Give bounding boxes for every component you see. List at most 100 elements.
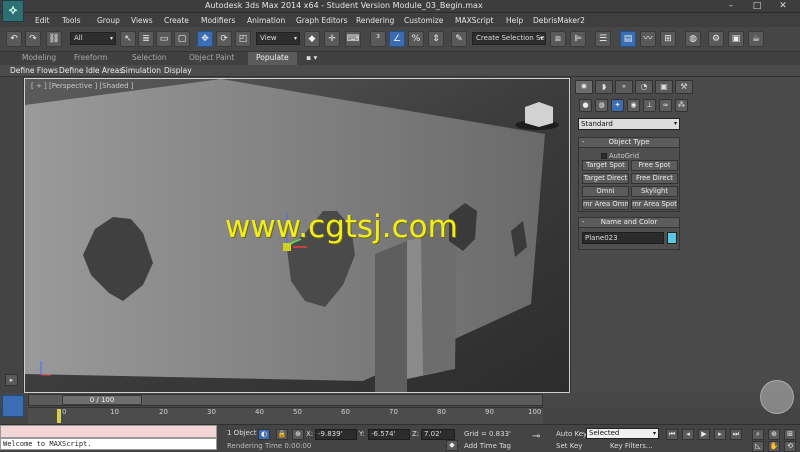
free-spot-button[interactable]: Free Spot bbox=[631, 160, 678, 171]
hierarchy-tab-icon[interactable]: ⚬ bbox=[615, 80, 633, 94]
menu-group[interactable]: Group bbox=[97, 16, 120, 25]
maxscript-output[interactable]: Welcome to MAXScript. bbox=[0, 438, 217, 450]
render-setup-icon[interactable]: ⚙ bbox=[708, 31, 724, 47]
selection-lock-icon[interactable]: ◐ bbox=[258, 429, 270, 440]
viewcube-icon[interactable] bbox=[525, 102, 553, 127]
tab-freeform[interactable]: Freeform bbox=[66, 52, 115, 65]
select-rotate-icon[interactable]: ⟳ bbox=[216, 31, 232, 47]
menu-tools[interactable]: Tools bbox=[62, 16, 80, 25]
display-tab-icon[interactable]: ▣ bbox=[655, 80, 673, 94]
spinner-snap-icon[interactable]: ⇕ bbox=[428, 31, 444, 47]
helpers-icon[interactable]: ⊥ bbox=[643, 99, 656, 112]
key-mode-dropdown[interactable]: Selected ▾ bbox=[586, 428, 659, 439]
close-button[interactable]: ✕ bbox=[772, 0, 794, 12]
category-dropdown[interactable]: Standard ▾ bbox=[578, 118, 680, 130]
rendered-frame-icon[interactable]: ▣ bbox=[728, 31, 744, 47]
z-coordinate-input[interactable]: 7.02' bbox=[421, 429, 455, 440]
time-slider-track[interactable]: 0 / 100 bbox=[28, 394, 543, 406]
menu-create[interactable]: Create bbox=[164, 16, 189, 25]
next-frame-icon[interactable]: ▸ bbox=[714, 429, 726, 440]
render-teapot-icon[interactable]: ☕ bbox=[748, 31, 764, 47]
absolute-mode-icon[interactable]: ⊕ bbox=[292, 429, 304, 440]
menu-customize[interactable]: Customize bbox=[404, 16, 443, 25]
edit-named-selection-icon[interactable]: ✎ bbox=[451, 31, 467, 47]
object-color-swatch[interactable] bbox=[667, 232, 677, 244]
percent-snap-icon[interactable]: % bbox=[408, 31, 424, 47]
selection-filter-dropdown[interactable]: All ▾ bbox=[70, 32, 116, 45]
viewport-label[interactable]: [ + ] [Perspective ] [Shaded ] bbox=[31, 82, 134, 90]
simulation-button[interactable]: Simulation bbox=[121, 66, 161, 75]
create-tab-icon[interactable]: ✹ bbox=[575, 80, 593, 94]
previous-frame-icon[interactable]: ◂ bbox=[682, 429, 694, 440]
select-by-name-icon[interactable]: ≣ bbox=[138, 31, 154, 47]
go-to-start-icon[interactable]: ⏮ bbox=[666, 429, 678, 440]
autogrid-checkbox[interactable]: AutoGrid bbox=[601, 152, 639, 160]
undo-icon[interactable]: ↶ bbox=[6, 31, 22, 47]
ribbon-toggle-button[interactable]: ▪ ▾ bbox=[298, 52, 325, 65]
minimize-button[interactable]: – bbox=[720, 0, 742, 12]
menu-animation[interactable]: Animation bbox=[247, 16, 285, 25]
window-crossing-icon[interactable]: ▢ bbox=[174, 31, 190, 47]
snaps-toggle-icon[interactable]: ³ bbox=[370, 31, 386, 47]
set-key-button[interactable]: Set Key bbox=[556, 442, 582, 450]
y-coordinate-input[interactable]: -6.574' bbox=[368, 429, 410, 440]
auto-key-button[interactable]: Auto Key bbox=[556, 430, 587, 438]
utilities-tab-icon[interactable]: ⚒ bbox=[675, 80, 693, 94]
target-spot-button[interactable]: Target Spot bbox=[582, 160, 629, 171]
select-scale-icon[interactable]: ◰ bbox=[235, 31, 251, 47]
object-name-input[interactable]: Plane023 bbox=[582, 232, 664, 244]
geometry-icon[interactable]: ● bbox=[579, 99, 592, 112]
zoom-icon[interactable]: ⌕ bbox=[752, 429, 764, 440]
menu-edit[interactable]: Edit bbox=[35, 16, 50, 25]
link-icon[interactable]: ⛓ bbox=[46, 31, 62, 47]
app-logo-icon[interactable]: ⟡ bbox=[2, 0, 24, 22]
schematic-view-icon[interactable]: ⊞ bbox=[660, 31, 676, 47]
define-flows-button[interactable]: Define Flows bbox=[10, 66, 58, 75]
name-and-color-rollout-header[interactable]: - Name and Color bbox=[578, 217, 680, 228]
redo-icon[interactable]: ↷ bbox=[25, 31, 41, 47]
play-icon[interactable]: ▶ bbox=[698, 429, 710, 440]
skylight-button[interactable]: Skylight bbox=[631, 186, 678, 197]
manipulate-icon[interactable]: ✛ bbox=[324, 31, 340, 47]
menu-help[interactable]: Help bbox=[506, 16, 523, 25]
maxscript-input[interactable] bbox=[0, 425, 217, 438]
menu-maxscript[interactable]: MAXScript bbox=[455, 16, 494, 25]
named-selection-dropdown[interactable]: Create Selection Se ▾ bbox=[472, 32, 546, 45]
tab-populate[interactable]: Populate bbox=[248, 52, 297, 65]
omni-button[interactable]: Omni bbox=[582, 186, 629, 197]
field-of-view-icon[interactable]: ◺ bbox=[752, 441, 764, 452]
layer-manager-icon[interactable]: ☰ bbox=[595, 31, 611, 47]
tab-object-paint[interactable]: Object Paint bbox=[181, 52, 242, 65]
zoom-extents-icon[interactable]: ⊞ bbox=[784, 429, 796, 440]
material-editor-icon[interactable]: ◍ bbox=[685, 31, 701, 47]
mr-area-spot-button[interactable]: mr Area Spot bbox=[631, 199, 678, 210]
tab-modeling[interactable]: Modeling bbox=[14, 52, 64, 65]
go-to-end-icon[interactable]: ⏭ bbox=[730, 429, 742, 440]
display-button[interactable]: Display bbox=[164, 66, 192, 75]
object-type-rollout-header[interactable]: - Object Type bbox=[578, 137, 680, 148]
cameras-icon[interactable]: ◉ bbox=[627, 99, 640, 112]
lights-icon[interactable]: ✦ bbox=[611, 99, 624, 112]
menu-debrismaker[interactable]: DebrisMaker2 bbox=[533, 16, 585, 25]
add-time-tag-button[interactable]: Add Time Tag bbox=[464, 442, 511, 450]
spacewarps-icon[interactable]: ≈ bbox=[659, 99, 672, 112]
mr-area-omni-button[interactable]: mr Area Omni bbox=[582, 199, 629, 210]
motion-tab-icon[interactable]: ◔ bbox=[635, 80, 653, 94]
select-object-icon[interactable]: ↖ bbox=[120, 31, 136, 47]
menu-graph-editors[interactable]: Graph Editors bbox=[296, 16, 348, 25]
perspective-viewport[interactable]: [ + ] [Perspective ] [Shaded ] www.cgtsj… bbox=[24, 78, 570, 393]
keyframe-marker[interactable] bbox=[57, 409, 61, 423]
free-direct-button[interactable]: Free Direct bbox=[631, 173, 678, 184]
key-filters-button[interactable]: Key Filters... bbox=[610, 442, 653, 450]
modify-tab-icon[interactable]: ◗ bbox=[595, 80, 613, 94]
rectangular-selection-icon[interactable]: ▭ bbox=[156, 31, 172, 47]
keyboard-shortcut-icon[interactable]: ⌨ bbox=[345, 31, 361, 47]
track-bar[interactable]: 0 10 20 30 40 50 60 70 80 90 100 bbox=[28, 407, 543, 424]
define-idle-areas-button[interactable]: Define Idle Areas bbox=[59, 66, 123, 75]
playback-overlay-icon[interactable] bbox=[760, 380, 794, 414]
mini-curve-editor-button[interactable] bbox=[2, 395, 24, 417]
align-icon[interactable]: ⊫ bbox=[570, 31, 586, 47]
zoom-all-icon[interactable]: ⊕ bbox=[768, 429, 780, 440]
expand-ribbon-icon[interactable]: ▸ bbox=[5, 374, 18, 386]
tab-selection[interactable]: Selection bbox=[124, 52, 175, 65]
